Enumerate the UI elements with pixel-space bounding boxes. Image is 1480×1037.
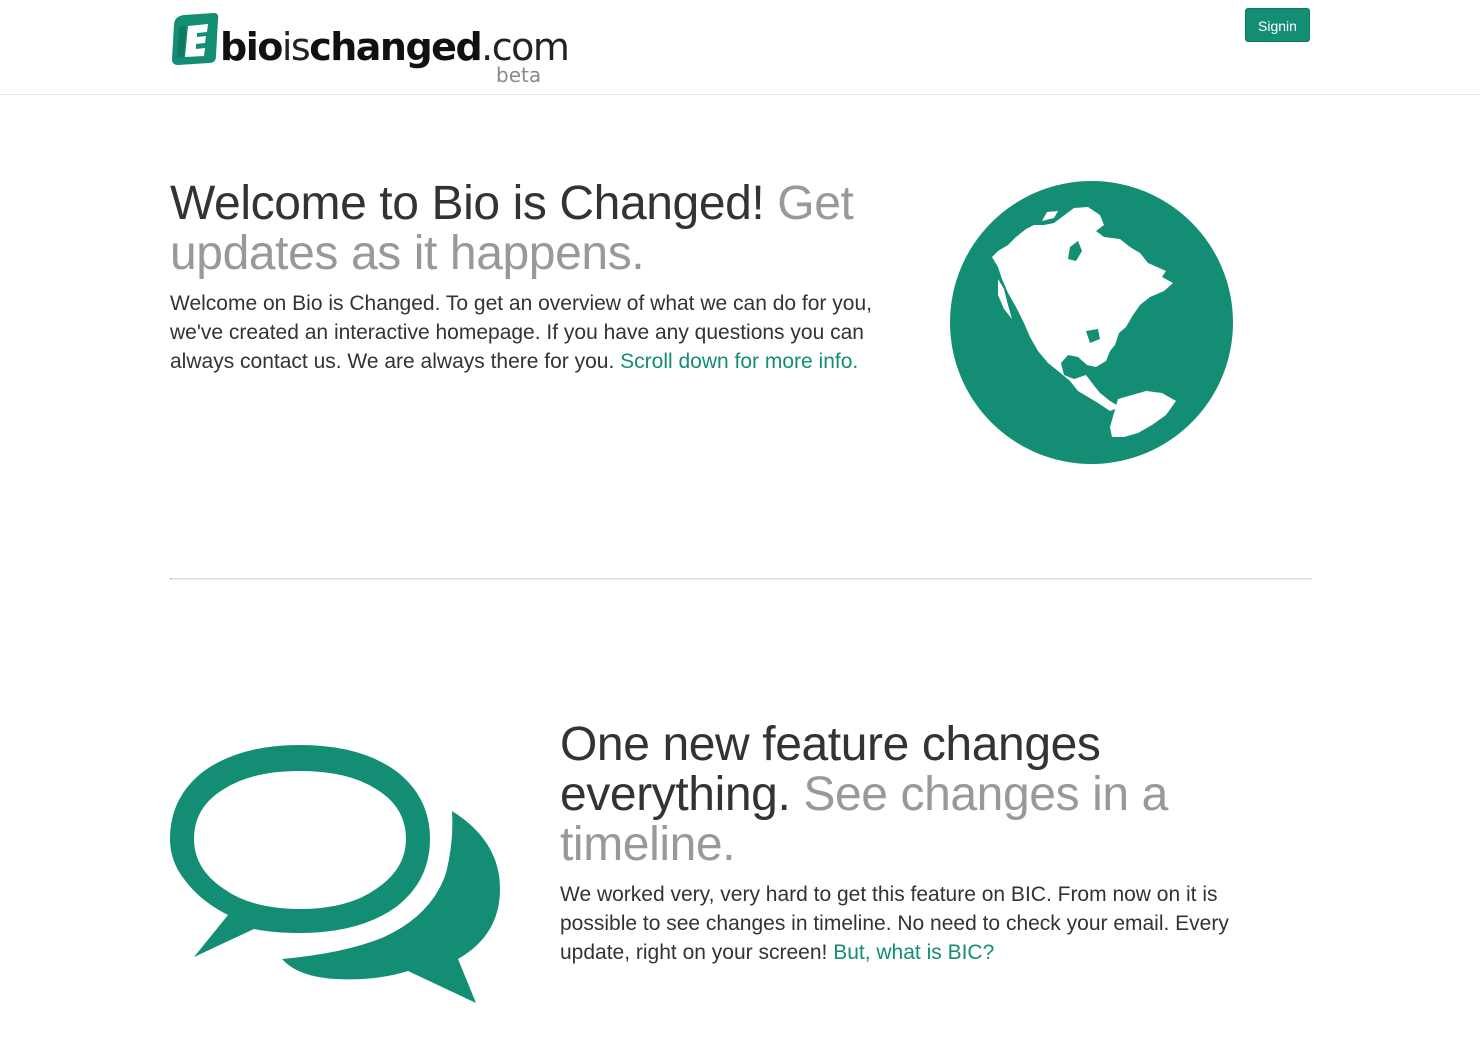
feature-heading: One new feature changes everything. See … xyxy=(560,720,1260,870)
feature-lead: We worked very, very hard to get this fe… xyxy=(560,880,1280,967)
hero-heading: Welcome to Bio is Changed! Get updates a… xyxy=(170,179,910,279)
logo-mark-icon xyxy=(172,13,219,65)
brand-word-is: is xyxy=(281,25,311,69)
scroll-down-link[interactable]: Scroll down for more info. xyxy=(620,350,858,373)
brand-word-changed: changed xyxy=(309,25,482,69)
chat-bubbles-icon xyxy=(170,745,500,1003)
globe-americas-icon xyxy=(950,181,1233,464)
globe-image xyxy=(950,181,1233,464)
brand-logo[interactable]: bioischanged.com beta xyxy=(170,10,570,90)
brand-beta-tag: beta xyxy=(496,63,542,87)
signin-button[interactable]: Signin xyxy=(1245,8,1310,42)
hero-heading-main: Welcome to Bio is Changed! xyxy=(170,177,765,230)
hero-lead: Welcome on Bio is Changed. To get an ove… xyxy=(170,289,910,376)
brand-word-bio: bio xyxy=(220,25,283,69)
section-divider xyxy=(170,578,1312,580)
chat-image xyxy=(170,745,500,1007)
navbar: bioischanged.com beta Signin xyxy=(0,0,1480,95)
what-is-bic-link[interactable]: But, what is BIC? xyxy=(833,941,994,964)
